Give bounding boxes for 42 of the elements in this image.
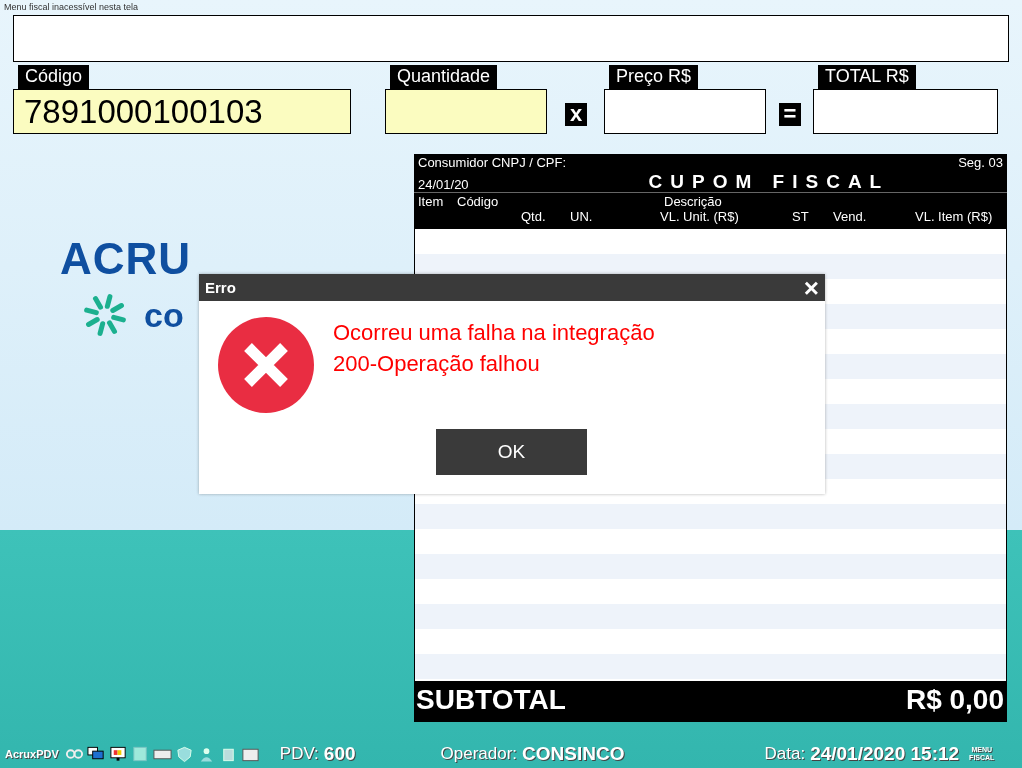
sequence-text: Seg. 03 xyxy=(958,155,1003,172)
operator-sign: x xyxy=(565,103,587,126)
partner-logo-text: co xyxy=(144,295,184,335)
customer-label: Consumidor CNPJ / CPF: xyxy=(418,155,567,172)
input-field[interactable] xyxy=(813,89,998,134)
column-header: UN. xyxy=(570,209,593,224)
input-field[interactable]: 7891000100103 xyxy=(13,89,351,134)
column-header: Código xyxy=(457,194,499,209)
column-header: Qtd. xyxy=(521,209,546,224)
operator-value: CONSINCO xyxy=(522,743,625,765)
column-header: Descrição xyxy=(664,194,722,209)
operator-label: Operador: xyxy=(440,744,518,764)
column-header: ST xyxy=(792,209,809,224)
column-header: Item xyxy=(418,194,444,209)
error-message: Ocorreu uma falha na integração xyxy=(333,319,655,347)
pdv-value: 600 xyxy=(323,743,356,765)
monitor-icon[interactable] xyxy=(108,745,128,763)
field-label: Quantidade xyxy=(390,65,498,89)
receipt-title: CUPOM FISCAL xyxy=(648,172,890,192)
error-message: 200-Operação falhou xyxy=(333,350,541,378)
subtotal-label: SUBTOTAL xyxy=(416,684,566,716)
field-label: Preço R$ xyxy=(609,65,699,89)
column-header: VL. Item (R$) xyxy=(915,209,993,224)
error-icon xyxy=(218,317,314,413)
close-button[interactable]: × xyxy=(803,277,819,298)
subtotal-value: R$ 0,00 xyxy=(905,684,1004,716)
receipt-date: 24/01/20 xyxy=(418,177,469,192)
date-label: Data: xyxy=(764,744,806,764)
operator-sign: = xyxy=(779,103,801,126)
field-label: TOTAL R$ xyxy=(818,65,916,89)
input-field[interactable] xyxy=(385,89,547,134)
hint-text: Menu fiscal inacessível nesta tela xyxy=(4,2,140,14)
app-name: AcruxPDV xyxy=(5,748,59,760)
field-label: Código xyxy=(18,65,90,89)
logo-text: ACRU xyxy=(60,234,192,284)
dialog-title: Erro xyxy=(205,279,236,296)
column-header: Vend. xyxy=(833,209,867,224)
input-field[interactable] xyxy=(604,89,766,134)
ok-button[interactable]: OK xyxy=(436,429,587,475)
date-value: 24/01/2020 15:12 xyxy=(810,743,960,765)
pdv-label: PDV: xyxy=(279,744,319,764)
column-header: VL. Unit. (R$) xyxy=(660,209,739,224)
